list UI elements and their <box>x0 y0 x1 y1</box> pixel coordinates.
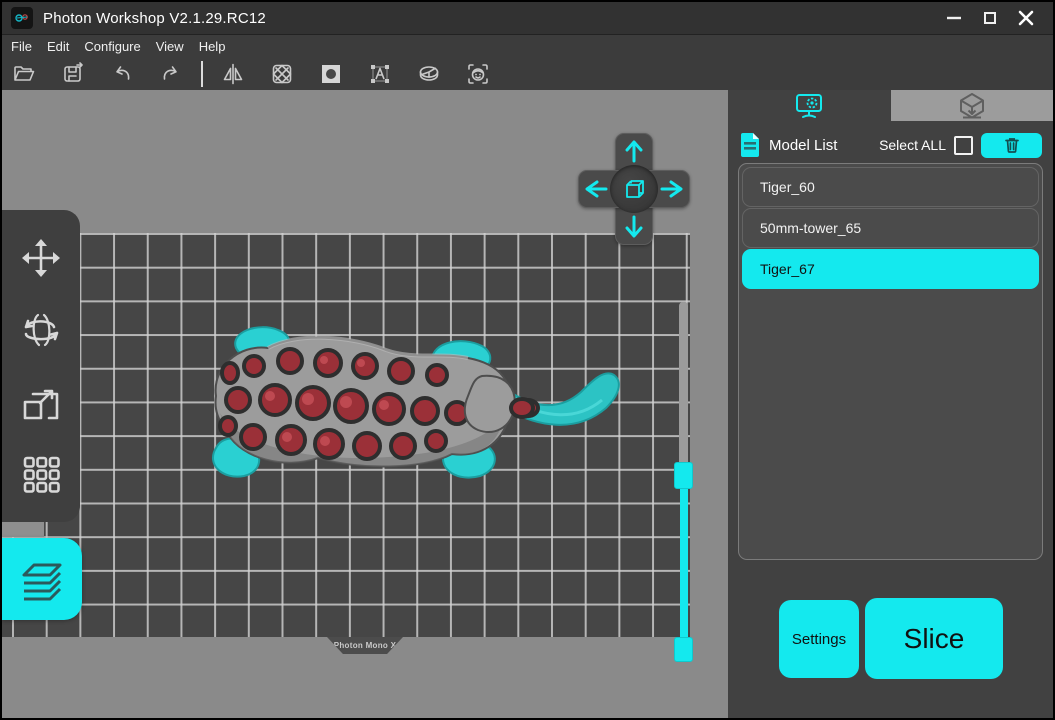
select-all-label: Select ALL <box>879 137 946 153</box>
layer-slider-track-lower[interactable] <box>680 489 688 639</box>
hollow-icon[interactable] <box>269 61 295 87</box>
transform-tool-panel <box>2 210 80 522</box>
move-tool-icon[interactable] <box>16 233 66 283</box>
app-window: Photon Workshop V2.1.29.RC12 File Edit Con… <box>0 0 1055 720</box>
menu-file[interactable]: File <box>11 39 32 54</box>
layer-view-button[interactable] <box>2 538 82 620</box>
window-controls <box>943 7 1037 29</box>
nav-arrow-up-icon[interactable] <box>622 139 646 163</box>
monitor-gear-icon <box>794 93 824 119</box>
printer-name-label: Photon Mono X <box>334 641 397 650</box>
scale-tool-icon[interactable] <box>16 377 66 427</box>
layer-slider-handle-upper[interactable] <box>674 462 693 489</box>
tab-machine-settings[interactable] <box>728 90 891 121</box>
slice-button-label: Slice <box>904 623 965 655</box>
model-tiger-67[interactable] <box>200 318 630 488</box>
tiger-rump <box>465 376 515 432</box>
panel-notch <box>2 522 44 537</box>
app-logo-icon <box>11 7 33 29</box>
select-all-checkbox[interactable] <box>954 136 973 155</box>
model-list-title: Model List <box>769 137 837 154</box>
menu-bar: File Edit Configure View Help <box>2 36 1053 57</box>
nav-arrow-down-icon[interactable] <box>622 215 646 239</box>
layers-icon <box>16 553 68 605</box>
right-panel: Model List Select ALL Tiger_6050mm-tower… <box>728 90 1053 718</box>
mirror-icon[interactable] <box>220 61 246 87</box>
rotate-tool-icon[interactable] <box>16 305 66 355</box>
settings-button-label: Settings <box>792 631 846 648</box>
menu-edit[interactable]: Edit <box>47 39 69 54</box>
layer-slider-track-upper[interactable] <box>679 302 688 468</box>
minimize-button[interactable] <box>943 7 965 29</box>
redo-icon[interactable] <box>158 61 184 87</box>
dig-hole-icon[interactable] <box>318 61 344 87</box>
menu-view[interactable]: View <box>156 39 184 54</box>
app-frame: Photon Workshop V2.1.29.RC12 File Edit Con… <box>2 2 1053 718</box>
undo-icon[interactable] <box>109 61 135 87</box>
delete-model-button[interactable] <box>981 133 1042 158</box>
viewport-3d[interactable]: Photon Mono X <box>2 90 728 718</box>
close-button[interactable] <box>1015 7 1037 29</box>
tab-slice-export[interactable] <box>891 90 1054 121</box>
title-bar: Photon Workshop V2.1.29.RC12 <box>2 2 1053 35</box>
model-list-header: Model List Select ALL <box>728 132 1053 158</box>
toolbar <box>2 57 1053 90</box>
layer-slider-handle-lower[interactable] <box>674 637 693 662</box>
split-icon[interactable] <box>416 61 442 87</box>
menu-configure[interactable]: Configure <box>84 39 140 54</box>
nav-arrow-left-icon[interactable] <box>584 177 608 201</box>
printer-name-tab: Photon Mono X <box>327 637 403 654</box>
list-item-Tiger_60[interactable]: Tiger_60 <box>742 167 1039 207</box>
list-item-Tiger_67[interactable]: Tiger_67 <box>742 249 1039 289</box>
document-icon <box>739 132 761 158</box>
cube-icon <box>619 174 649 204</box>
array-tool-icon[interactable] <box>16 449 66 499</box>
detect-icon[interactable] <box>465 61 491 87</box>
nav-arrow-right-icon[interactable] <box>660 177 684 201</box>
view-navigation-control <box>578 133 690 245</box>
toolbar-divider <box>201 61 203 87</box>
trash-icon <box>1003 136 1021 154</box>
nav-home-cube-button[interactable] <box>610 165 658 213</box>
settings-button[interactable]: Settings <box>779 600 859 678</box>
model-list: Tiger_6050mm-tower_65Tiger_67 <box>738 163 1043 560</box>
save-icon[interactable] <box>60 61 86 87</box>
maximize-button[interactable] <box>979 7 1001 29</box>
menu-help[interactable]: Help <box>199 39 226 54</box>
text-icon[interactable] <box>367 61 393 87</box>
open-file-icon[interactable] <box>11 61 37 87</box>
window-title: Photon Workshop V2.1.29.RC12 <box>43 10 266 27</box>
panel-tabs <box>728 90 1053 121</box>
box-arrow-icon <box>957 92 987 120</box>
slice-button[interactable]: Slice <box>865 598 1003 679</box>
list-item-50mm-tower_65[interactable]: 50mm-tower_65 <box>742 208 1039 248</box>
